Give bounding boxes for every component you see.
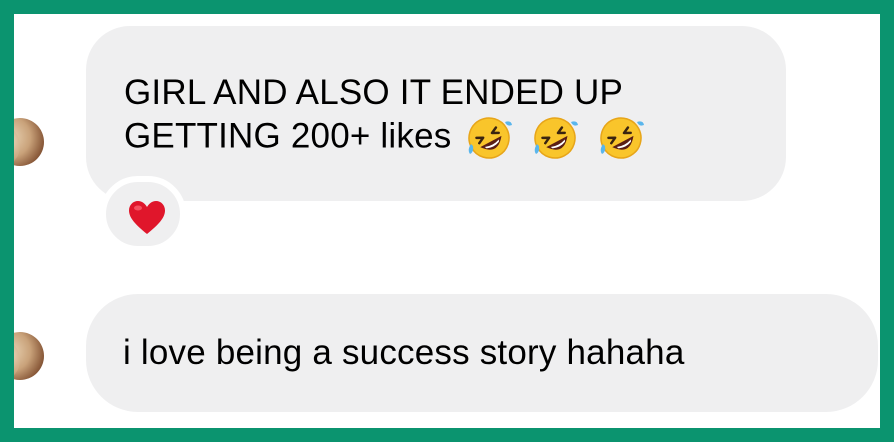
- message-bubble[interactable]: GIRL AND ALSO IT ENDED UP GETTING 200+ l…: [86, 26, 786, 201]
- sender-avatar[interactable]: [14, 118, 44, 166]
- message-bubble[interactable]: i love being a success story hahaha: [86, 294, 878, 412]
- rolling-on-floor-laughing-icon: [531, 114, 579, 162]
- message-text-block: GIRL AND ALSO IT ENDED UP GETTING 200+ l…: [124, 71, 774, 162]
- heart-icon: [129, 201, 165, 234]
- chat-panel: GIRL AND ALSO IT ENDED UP GETTING 200+ l…: [14, 14, 880, 428]
- message-reaction[interactable]: [100, 176, 186, 252]
- emoji-group: [465, 114, 653, 162]
- sender-avatar[interactable]: [14, 332, 44, 380]
- rolling-on-floor-laughing-icon: [597, 114, 645, 162]
- message-text: i love being a success story hahaha: [123, 333, 685, 372]
- rolling-on-floor-laughing-icon: [465, 114, 513, 162]
